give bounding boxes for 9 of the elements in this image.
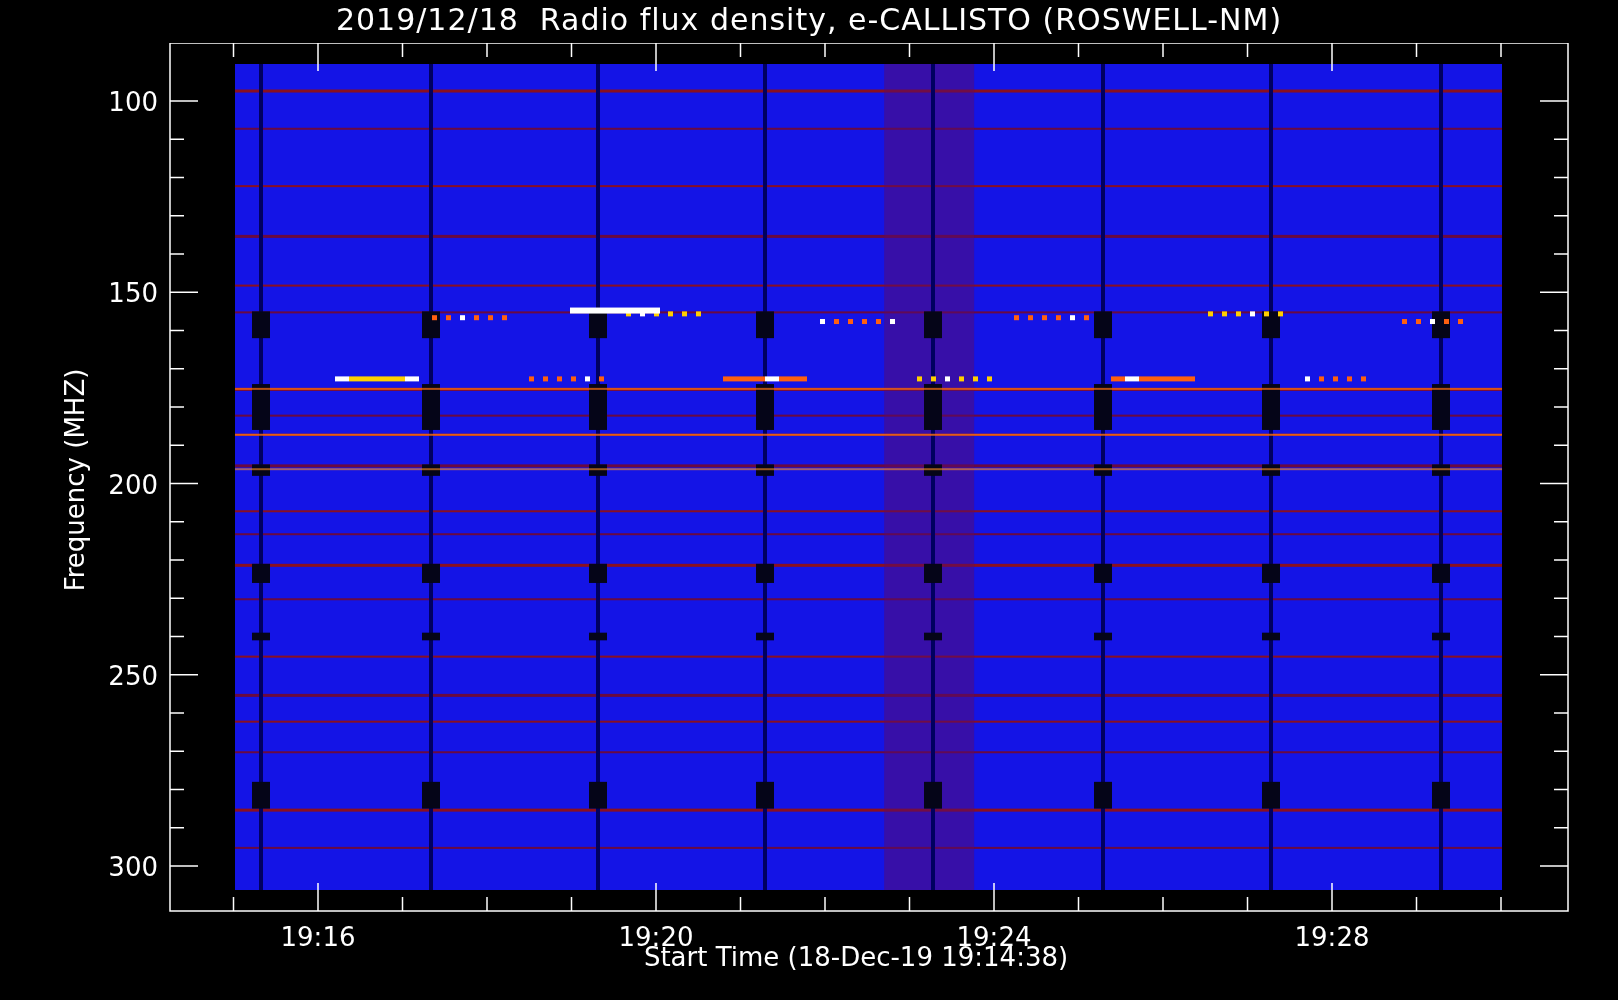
y-tick-label: 200 bbox=[108, 469, 158, 500]
y-tick-label: 100 bbox=[108, 87, 158, 117]
x-tick-label: 19:28 bbox=[1294, 922, 1370, 952]
y-tick-label: 300 bbox=[108, 852, 158, 882]
chart-title: 2019/12/18 Radio flux density, e-CALLISTO (ROSWELL-NM) bbox=[335, 1, 1283, 39]
y-tick-label: 150 bbox=[108, 278, 158, 309]
x-tick-label: 19:16 bbox=[280, 922, 356, 952]
y-axis-label: Frequency (MHZ) bbox=[60, 368, 90, 592]
y-tick-label: 250 bbox=[108, 660, 158, 691]
